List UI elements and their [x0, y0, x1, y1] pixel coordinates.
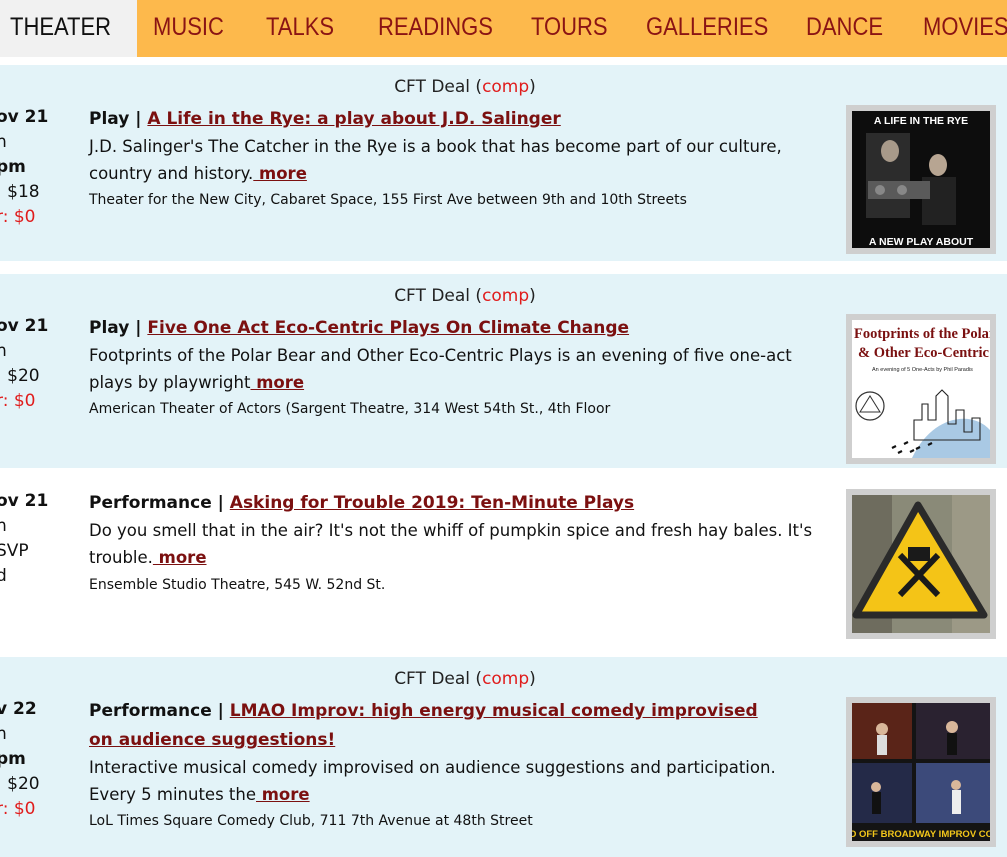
event-type: Play |	[89, 318, 148, 338]
comp-label: comp	[482, 286, 530, 306]
event-type: Performance |	[89, 701, 230, 721]
svg-text:O OFF BROADWAY IMPROV CO: O OFF BROADWAY IMPROV CO	[852, 829, 990, 840]
svg-text:Footprints of the Polar B: Footprints of the Polar B	[854, 326, 990, 342]
event-title-line: Performance | Asking for Trouble 2019: T…	[89, 489, 779, 518]
svg-text:A NEW PLAY ABOUT: A NEW PLAY ABOUT	[869, 236, 974, 248]
tab-theater[interactable]: THEATER	[0, 0, 137, 57]
comp-label: comp	[482, 77, 530, 97]
more-link[interactable]: more	[253, 164, 307, 183]
cft-deal-label: CFT Deal (comp)	[394, 286, 536, 306]
event-image[interactable]: O OFF BROADWAY IMPROV CO	[846, 697, 996, 847]
event-date-column: ov 21 n : $20 r: $0	[0, 314, 48, 414]
event-title-line: Performance | LMAO Improv: high energy m…	[89, 697, 779, 755]
event-price: : $18	[0, 182, 40, 202]
event-thumbnail	[852, 495, 990, 633]
tab-tours[interactable]: TOURS	[531, 0, 608, 57]
tab-dance[interactable]: DANCE	[806, 0, 883, 57]
cft-deal-label: CFT Deal (comp)	[394, 669, 536, 689]
event-image[interactable]: A LIFE IN THE RYE A NEW PLAY ABOUT	[846, 105, 996, 254]
event-title-link[interactable]: Five One Act Eco-Centric Plays On Climat…	[147, 318, 629, 338]
event-title-link[interactable]: Asking for Trouble 2019: Ten-Minute Play…	[230, 493, 634, 513]
tab-galleries[interactable]: GALLERIES	[646, 0, 768, 57]
more-link[interactable]: more	[256, 785, 310, 804]
event-title-link[interactable]: A Life in the Rye: a play about J.D. Sal…	[147, 109, 560, 129]
svg-text:& Other Eco-Centric Pl: & Other Eco-Centric Pl	[858, 345, 990, 361]
event-venue: Theater for the New City, Cabaret Space,…	[89, 192, 687, 208]
tab-music[interactable]: MUSIC	[153, 0, 224, 57]
event-date: ov 21	[0, 107, 49, 127]
event-type: Performance |	[89, 493, 230, 513]
category-nav: THEATER MUSIC TALKS READINGS TOURS GALLE…	[0, 0, 1007, 57]
more-link[interactable]: more	[250, 373, 304, 392]
event-time: pm	[0, 749, 26, 769]
event-description: Interactive musical comedy improvised on…	[89, 758, 776, 804]
event-date: ov 21	[0, 316, 49, 336]
event-title-line: Play | Five One Act Eco-Centric Plays On…	[89, 314, 779, 343]
event-description: Footprints of the Polar Bear and Other E…	[89, 346, 792, 392]
event-card: CFT Deal (comp) ov 21 n pm : $18 r: $0 P…	[0, 65, 1007, 261]
member-price: r: $0	[0, 207, 36, 227]
svg-text:An evening of 5 One-Acts by Ph: An evening of 5 One-Acts by Phil Paradis	[872, 367, 973, 373]
event-date: ov 21	[0, 491, 49, 511]
event-date-column: v 22 n pm : $20 r: $0	[0, 697, 40, 822]
event-day: n	[0, 724, 7, 744]
event-price: : $20	[0, 774, 40, 794]
event-image[interactable]	[846, 489, 996, 639]
event-thumbnail: Footprints of the Polar B & Other Eco-Ce…	[852, 320, 990, 458]
event-price: : $20	[0, 366, 40, 386]
event-venue: Ensemble Studio Theatre, 545 W. 52nd St.	[89, 577, 386, 593]
event-date-column: ov 21 n pm : $18 r: $0	[0, 105, 48, 230]
event-card: CFT Deal (comp) ov 21 n : $20 r: $0 Play…	[0, 274, 1007, 468]
event-title-line: Play | A Life in the Rye: a play about J…	[89, 105, 779, 134]
member-price: r: $0	[0, 799, 36, 819]
event-card: ov 21 n SVP d Performance | Asking for T…	[0, 476, 1007, 648]
event-description: Do you smell that in the air? It's not t…	[89, 521, 813, 567]
event-day: n	[0, 341, 7, 361]
event-thumbnail: O OFF BROADWAY IMPROV CO	[852, 703, 990, 841]
more-link[interactable]: more	[153, 548, 207, 567]
event-date: v 22	[0, 699, 37, 719]
event-venue: LoL Times Square Comedy Club, 711 7th Av…	[89, 813, 533, 829]
event-note: d	[0, 566, 7, 586]
event-venue: American Theater of Actors (Sargent Thea…	[89, 401, 611, 417]
event-day: n	[0, 516, 7, 536]
event-image[interactable]: Footprints of the Polar B & Other Eco-Ce…	[846, 314, 996, 464]
event-description: J.D. Salinger's The Catcher in the Rye i…	[89, 137, 782, 183]
event-type: Play |	[89, 109, 148, 129]
event-day: n	[0, 132, 7, 152]
member-price: r: $0	[0, 391, 36, 411]
event-card: CFT Deal (comp) v 22 n pm : $20 r: $0 Pe…	[0, 657, 1007, 857]
cft-deal-label: CFT Deal (comp)	[394, 77, 536, 97]
event-date-column: ov 21 n SVP d	[0, 489, 48, 589]
tab-talks[interactable]: TALKS	[266, 0, 334, 57]
comp-label: comp	[482, 669, 530, 689]
tab-readings[interactable]: READINGS	[378, 0, 493, 57]
event-time: pm	[0, 157, 26, 177]
tab-movies[interactable]: MOVIES	[923, 0, 1007, 57]
event-rsvp: SVP	[0, 541, 29, 561]
svg-text:A LIFE IN THE RYE: A LIFE IN THE RYE	[874, 115, 968, 127]
event-thumbnail: A LIFE IN THE RYE A NEW PLAY ABOUT	[852, 111, 990, 248]
